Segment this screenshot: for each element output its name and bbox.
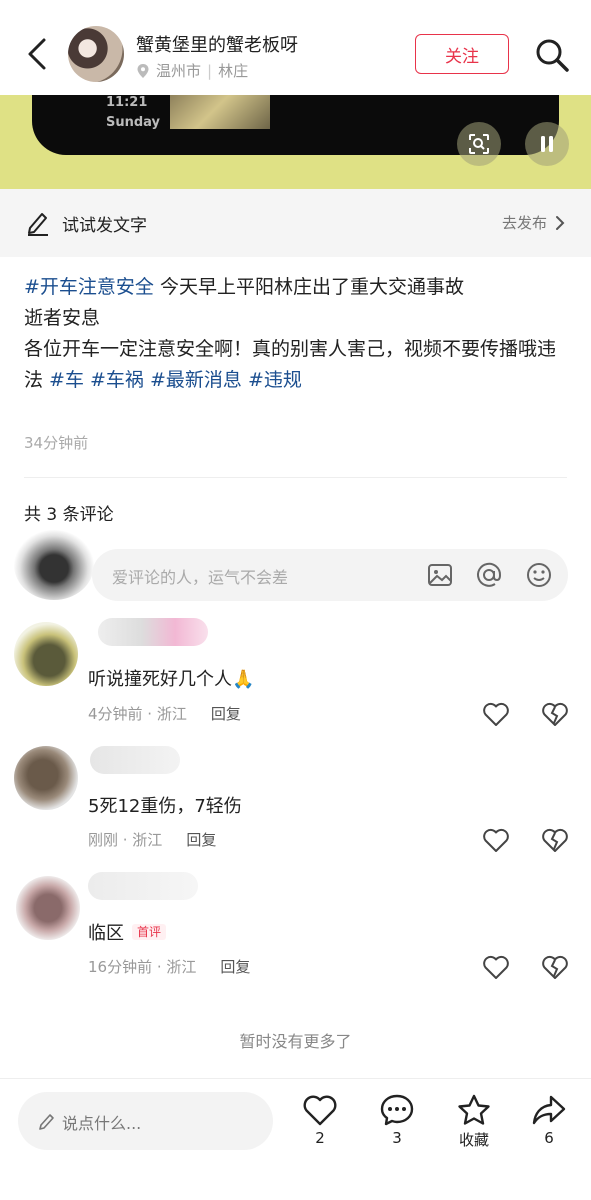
heart-icon[interactable] [482,954,510,980]
pencil-icon [39,1114,54,1130]
location: 温州市 | 林庄 [136,60,248,81]
search-icon[interactable] [534,37,570,73]
comment-text: 5死12重伤，7轻伤 [88,796,242,817]
video-phone-time: 11:21 [106,95,148,110]
share-button[interactable]: 6 [519,1093,579,1163]
video-phone-day: Sunday [106,115,161,130]
hashtag-link[interactable]: #最新消息 [150,369,242,391]
comment-time-location: 4分钟前 · 浙江 [88,705,187,723]
comment-button[interactable]: 3 [367,1093,427,1163]
reply-button[interactable]: 回复 [220,958,250,976]
video-player[interactable]: 11:21 Sunday [0,95,591,189]
go-publish-link[interactable]: 去发布 [502,212,565,233]
try-text-label: 试试发文字 [62,216,147,236]
pause-icon [541,136,553,152]
first-comment-badge: 首评 [132,924,167,940]
screenshot-search-button[interactable] [457,122,501,166]
comment-count-label: 3 [392,1129,402,1147]
comment-input-placeholder: 爱评论的人，运气不会差 [112,568,289,587]
commenter-avatar[interactable] [14,622,78,686]
try-text-bar[interactable]: 试试发文字 去发布 [0,189,591,257]
reply-button[interactable]: 回复 [211,705,241,723]
comment-input[interactable]: 爱评论的人，运气不会差 [92,549,568,601]
like-button[interactable]: 2 [290,1093,350,1163]
bottom-bar: 说点什么... 2 3 收藏 6 [0,1078,591,1200]
commenter-name[interactable] [98,618,208,646]
collect-button[interactable]: 收藏 [444,1093,504,1163]
comment-text: 临区 首评 [88,919,167,945]
broken-heart-icon[interactable] [541,701,569,727]
location-pin-icon [137,63,149,78]
comment-time-location: 16分钟前 · 浙江 [88,958,197,976]
go-publish-label: 去发布 [501,214,547,232]
hashtag-link[interactable]: #开车注意安全 [24,276,154,298]
comment-meta: 刚刚 · 浙江 回复 [88,829,216,850]
say-something-placeholder: 说点什么... [62,1114,142,1133]
heart-icon [303,1095,337,1126]
star-icon [458,1094,490,1125]
video-thumbnail [170,95,270,129]
comment-bubble-icon [380,1094,414,1126]
comment-count: 共 3 条评论 [24,505,114,525]
share-count: 6 [544,1129,554,1147]
post-time: 34分钟前 [24,434,89,452]
heart-icon[interactable] [482,701,510,727]
top-bar: 蟹黄堡里的蟹老板呀 温州市 | 林庄 关注 [0,0,591,95]
heart-icon[interactable] [482,827,510,853]
comment-text-content: 临区 [88,923,124,944]
collect-label: 收藏 [458,1131,489,1149]
commenter-avatar[interactable] [16,876,80,940]
commenter-name[interactable] [88,872,198,900]
commenter-avatar[interactable] [14,746,78,810]
pause-button[interactable] [525,122,569,166]
comment-meta: 16分钟前 · 浙江 回复 [88,956,250,977]
back-arrow-icon[interactable] [24,36,52,72]
hashtag-link[interactable]: #违规 [248,369,302,391]
emoji-icon[interactable] [525,561,553,589]
location-separator: | [207,61,213,80]
follow-button[interactable]: 关注 [415,34,509,74]
no-more-text: 暂时没有更多了 [239,1032,352,1051]
at-mention-icon[interactable] [475,561,503,589]
pencil-icon [28,213,48,236]
divider [24,477,567,478]
my-avatar [14,530,94,600]
commenter-name[interactable] [90,746,180,774]
hashtag-link[interactable]: #车祸 [90,369,144,391]
reply-button[interactable]: 回复 [186,831,216,849]
comment-meta: 4分钟前 · 浙江 回复 [88,703,241,724]
broken-heart-icon[interactable] [541,827,569,853]
author-avatar[interactable] [68,26,124,82]
post-text-line2: 逝者安息 [24,307,101,329]
hashtag-link[interactable]: #车 [49,369,84,391]
location-area: 林庄 [218,62,249,80]
share-arrow-icon [532,1095,566,1125]
post-text-line1: 今天早上平阳林庄出了重大交通事故 [153,276,464,298]
comment-time-location: 刚刚 · 浙江 [88,831,163,849]
chevron-right-icon [556,215,565,230]
like-count: 2 [315,1129,325,1147]
image-icon[interactable] [426,561,454,589]
say-something-input[interactable]: 说点什么... [18,1092,273,1150]
location-city: 温州市 [156,62,202,80]
author-name[interactable]: 蟹黄堡里的蟹老板呀 [136,31,298,57]
broken-heart-icon[interactable] [541,954,569,980]
post-content: #开车注意安全 今天早上平阳林庄出了重大交通事故 逝者安息 各位开车一定注意安全… [24,272,569,396]
image-search-icon [469,134,489,154]
comment-text: 听说撞死好几个人🙏 [88,669,255,690]
